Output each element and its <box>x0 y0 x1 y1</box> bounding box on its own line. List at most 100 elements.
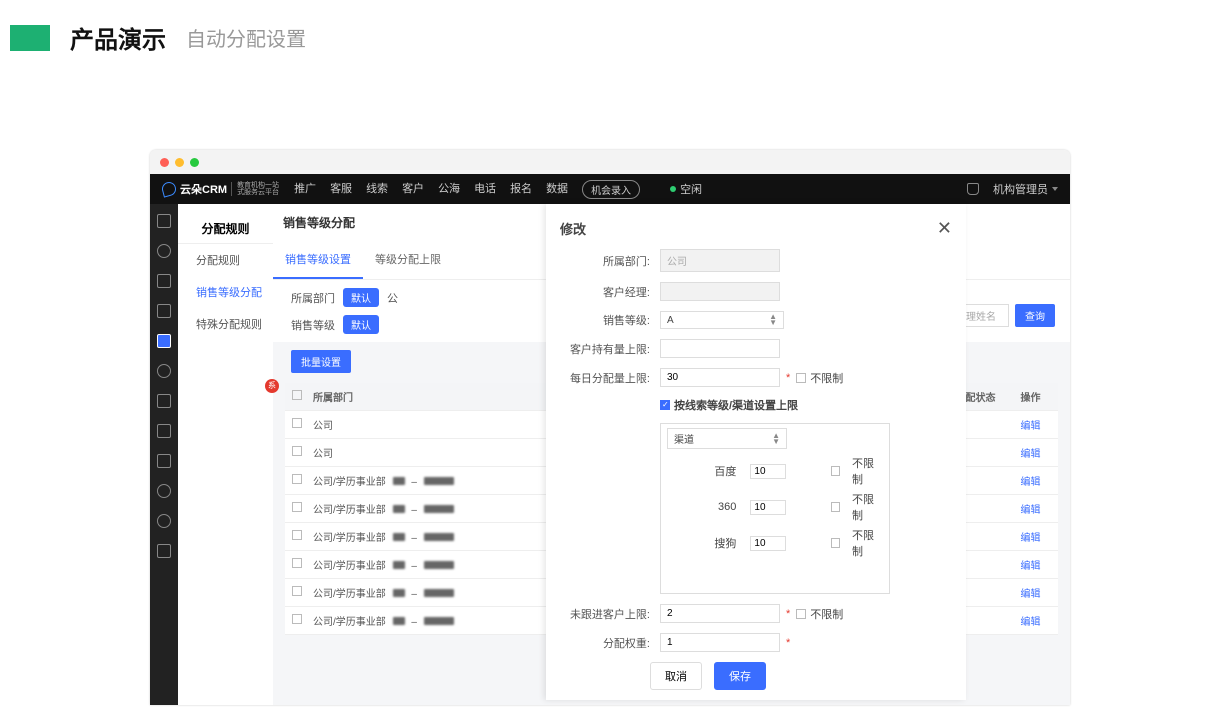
cell-dept: 公司 <box>309 411 549 438</box>
nav-leads[interactable]: 线索 <box>366 180 388 199</box>
edit-link[interactable]: 编辑 <box>1021 449 1041 460</box>
status-dot-icon <box>670 186 676 192</box>
side-icon-9[interactable] <box>157 454 171 468</box>
search-button[interactable]: 查询 <box>1015 304 1055 327</box>
icon-sidebar <box>150 204 178 705</box>
daily-unlimited-checkbox[interactable] <box>796 373 806 383</box>
close-icon[interactable]: ✕ <box>937 218 952 239</box>
hold-input[interactable] <box>660 339 780 358</box>
cell-dept: 公司/学历事业部 – <box>309 495 549 522</box>
row-checkbox[interactable] <box>292 446 302 456</box>
channel-select[interactable]: 渠道▲▼ <box>667 428 787 449</box>
weight-input[interactable] <box>660 633 780 652</box>
cancel-button[interactable]: 取消 <box>650 662 702 690</box>
channel-value-input[interactable] <box>750 536 786 551</box>
select-all-checkbox[interactable] <box>292 390 302 400</box>
row-checkbox[interactable] <box>292 418 302 428</box>
channel-unlimited-label: 不限制 <box>852 527 883 559</box>
sub-item-rules[interactable]: 分配规则 <box>178 244 273 276</box>
nav-customer[interactable]: 客户 <box>402 180 424 199</box>
nav-phone[interactable]: 电话 <box>474 180 496 199</box>
row-checkbox[interactable] <box>292 530 302 540</box>
side-icon-6[interactable] <box>157 364 171 378</box>
edit-link[interactable]: 编辑 <box>1021 617 1041 628</box>
side-icon-5-active[interactable] <box>157 334 171 348</box>
nav-data[interactable]: 数据 <box>546 180 568 199</box>
dept-label: 所属部门: <box>560 253 660 269</box>
filter-level-tag[interactable]: 默认 <box>343 315 379 334</box>
daily-input[interactable] <box>660 368 780 387</box>
nav-service[interactable]: 客服 <box>330 180 352 199</box>
logo: 云朵CRM 教育机构一站式服务云平台 <box>162 181 279 197</box>
cell-dept: 公司/学历事业部 – <box>309 467 549 494</box>
filter-dept-tag[interactable]: 默认 <box>343 288 379 307</box>
by-channel-label: 按线索等级/渠道设置上限 <box>674 397 798 413</box>
side-icon-2[interactable] <box>157 244 171 258</box>
edit-modal: 修改 ✕ 所属部门: 公司 客户经理: 销售等级: A▲▼ <box>546 204 966 700</box>
edit-link[interactable]: 编辑 <box>1021 477 1041 488</box>
side-icon-11[interactable] <box>157 514 171 528</box>
by-channel-checkbox[interactable] <box>660 400 670 410</box>
sub-item-special[interactable]: 特殊分配规则 <box>178 308 273 340</box>
save-button[interactable]: 保存 <box>714 662 766 690</box>
edit-link[interactable]: 编辑 <box>1021 533 1041 544</box>
mgr-input <box>660 282 780 301</box>
th-dept: 所属部门 <box>309 383 549 410</box>
filter-dept-label: 所属部门 <box>291 290 335 306</box>
edit-link[interactable]: 编辑 <box>1021 589 1041 600</box>
inner-tab-level-setting[interactable]: 销售等级设置 <box>273 241 363 279</box>
filter-dept-val[interactable]: 公 <box>387 290 398 306</box>
unfollow-input[interactable] <box>660 604 780 623</box>
channel-name: 百度 <box>667 463 742 479</box>
topbar: 云朵CRM 教育机构一站式服务云平台 推广 客服 线索 客户 公海 电话 报名 … <box>150 174 1070 204</box>
side-icon-10[interactable] <box>157 484 171 498</box>
row-checkbox[interactable] <box>292 614 302 624</box>
app-window: 云朵CRM 教育机构一站式服务云平台 推广 客服 线索 客户 公海 电话 报名 … <box>150 150 1070 705</box>
max-dot[interactable] <box>190 158 199 167</box>
record-opportunity-button[interactable]: 机会录入 <box>582 180 640 199</box>
side-icon-8[interactable] <box>157 424 171 438</box>
user-name: 机构管理员 <box>993 181 1048 197</box>
channel-unlimited-checkbox[interactable] <box>831 466 841 476</box>
level-label: 销售等级: <box>560 312 660 328</box>
side-icon-3[interactable] <box>157 274 171 288</box>
th-op: 操作 <box>1003 383 1058 410</box>
inner-tab-limit[interactable]: 等级分配上限 <box>363 241 453 279</box>
bell-icon[interactable] <box>967 183 979 195</box>
channel-unlimited-checkbox[interactable] <box>831 502 841 512</box>
row-checkbox[interactable] <box>292 502 302 512</box>
red-badge[interactable]: 系 <box>265 379 279 393</box>
row-checkbox[interactable] <box>292 558 302 568</box>
side-icon-1[interactable] <box>157 214 171 228</box>
nav-pool[interactable]: 公海 <box>438 180 460 199</box>
batch-set-button[interactable]: 批量设置 <box>291 350 351 373</box>
min-dot[interactable] <box>175 158 184 167</box>
channel-unlimited-checkbox[interactable] <box>831 538 841 548</box>
channel-value-input[interactable] <box>750 464 786 479</box>
close-dot[interactable] <box>160 158 169 167</box>
row-checkbox[interactable] <box>292 586 302 596</box>
unfollow-label: 未跟进客户上限: <box>560 606 660 622</box>
nav-promo[interactable]: 推广 <box>294 180 316 199</box>
edit-link[interactable]: 编辑 <box>1021 505 1041 516</box>
channel-row: 搜狗 不限制 <box>667 527 883 559</box>
unfollow-unlimited-checkbox[interactable] <box>796 609 806 619</box>
edit-link[interactable]: 编辑 <box>1021 561 1041 572</box>
row-checkbox[interactable] <box>292 474 302 484</box>
side-icon-4[interactable] <box>157 304 171 318</box>
app-body: 分配规则 分配规则 销售等级分配 特殊分配规则 系 销售等级分配 销售等级设置 … <box>150 204 1070 705</box>
sub-item-sales-level[interactable]: 销售等级分配 <box>178 276 273 308</box>
weight-label: 分配权重: <box>560 635 660 651</box>
nav-signup[interactable]: 报名 <box>510 180 532 199</box>
logo-text: 云朵CRM <box>180 181 227 197</box>
level-select[interactable]: A▲▼ <box>660 311 784 329</box>
edit-link[interactable]: 编辑 <box>1021 421 1041 432</box>
daily-label: 每日分配量上限: <box>560 370 660 386</box>
accent-block <box>10 25 50 51</box>
channel-box: 渠道▲▼ 百度 不限制360 不限制搜狗 不限制 <box>660 423 890 594</box>
side-icon-7[interactable] <box>157 394 171 408</box>
status-indicator: 空闲 <box>670 181 702 197</box>
user-menu[interactable]: 机构管理员 <box>993 181 1058 197</box>
channel-value-input[interactable] <box>750 500 786 515</box>
side-icon-12[interactable] <box>157 544 171 558</box>
